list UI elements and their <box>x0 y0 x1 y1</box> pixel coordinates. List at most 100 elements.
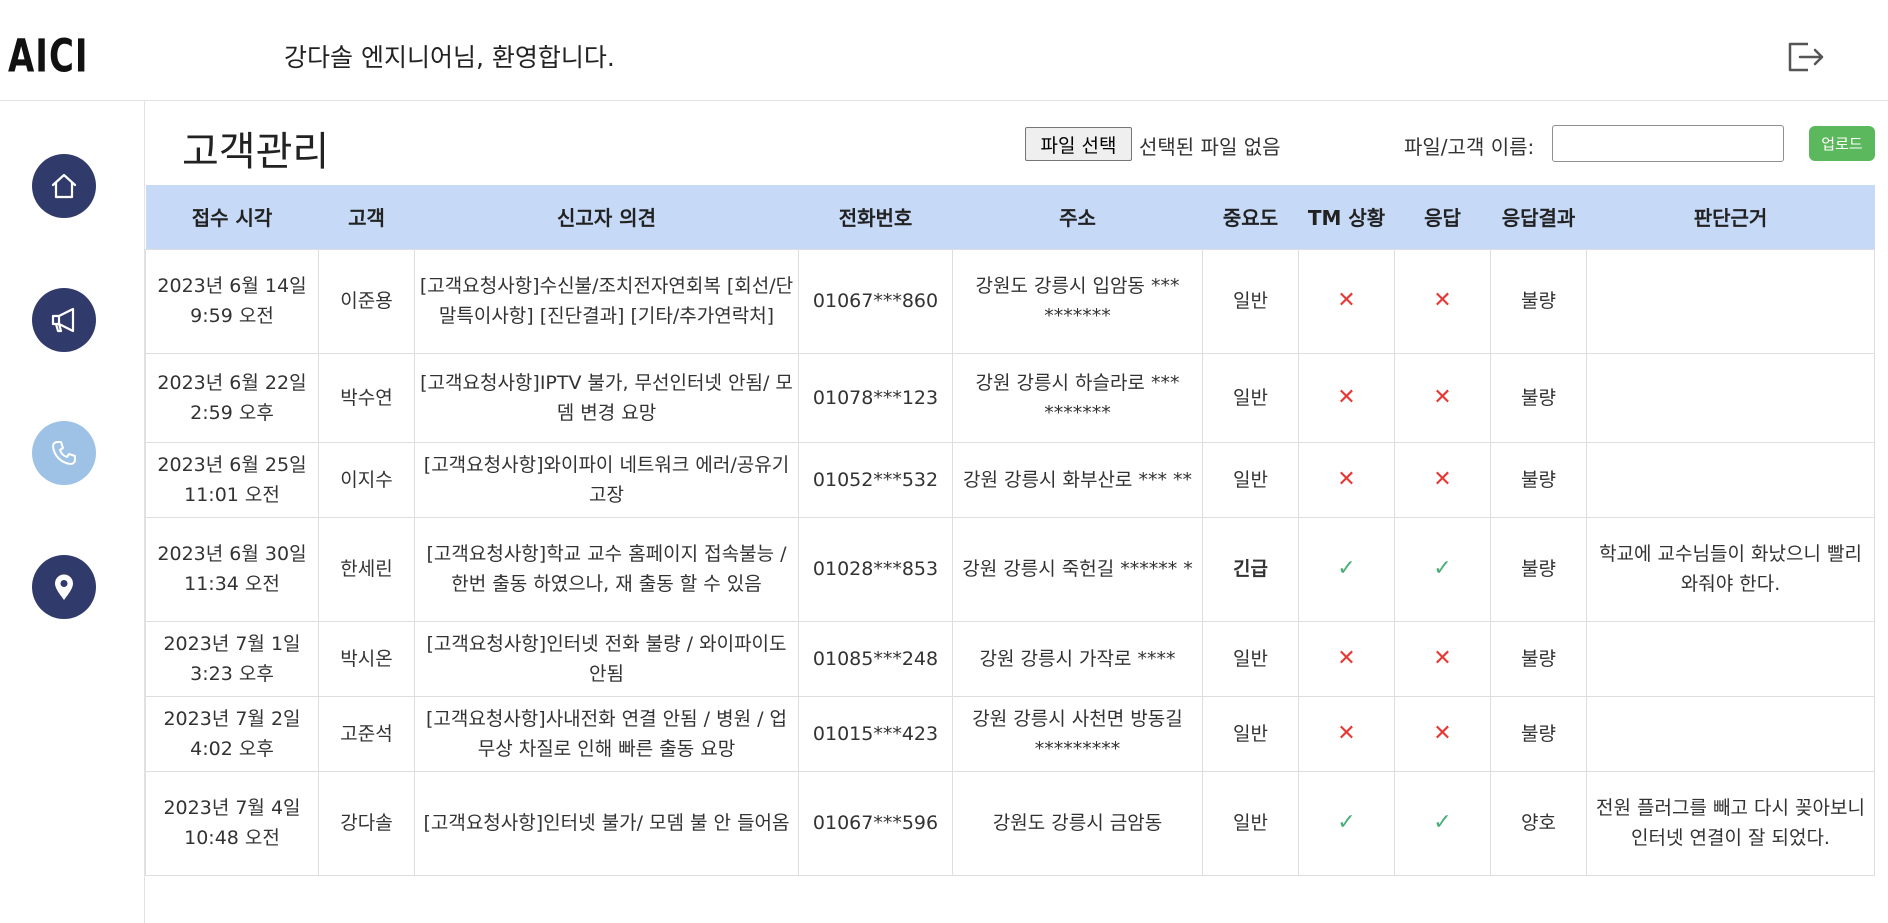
table-row[interactable]: 2023년 7월 4일 10:48 오전 강다솔 [고객요청사항]인터넷 불가/ 모… <box>145 770 1875 876</box>
time-cell: 2023년 7월 2일 4:02 오후 <box>145 695 319 772</box>
opinion-cell: [고객요청사항]학교 교수 홈페이지 접속불능 / 한번 출동 하였으나, 재 … <box>414 516 799 622</box>
response-cell: ✕ <box>1394 441 1491 518</box>
address-cell: 강원도 강릉시 입암동 *** ******* <box>952 248 1203 354</box>
customer-name-input[interactable] <box>1552 125 1784 162</box>
map-pin-icon <box>55 574 73 600</box>
priority-cell: 일반 <box>1202 441 1299 518</box>
priority-cell: 일반 <box>1202 695 1299 772</box>
opinion-cell: [고객요청사항]IPTV 불가, 무선인터넷 안됨/ 모뎀 변경 요망 <box>414 352 799 443</box>
priority-cell: 긴급 <box>1202 516 1299 622</box>
x-icon: ✕ <box>1337 720 1356 746</box>
priority-cell: 일반 <box>1202 620 1299 697</box>
phone-cell: 01028***853 <box>798 516 953 622</box>
logout-icon <box>1788 42 1824 72</box>
address-cell: 강원 강릉시 죽헌길 ****** * <box>952 516 1203 622</box>
phone-cell: 01085***248 <box>798 620 953 697</box>
file-select-button[interactable]: 파일 선택 <box>1025 127 1132 161</box>
check-icon: ✓ <box>1337 810 1356 835</box>
sidebar-item-notice[interactable] <box>32 288 96 352</box>
time-cell: 2023년 7월 4일 10:48 오전 <box>145 770 319 876</box>
sidebar-item-home[interactable] <box>32 154 96 218</box>
opinion-cell: [고객요청사항]와이파이 네트워크 에러/공유기 고장 <box>414 441 799 518</box>
table-row[interactable]: 2023년 6월 30일 11:34 오전 한세린 [고객요청사항]학교 교수 홈페… <box>145 516 1875 622</box>
response-cell: ✓ <box>1394 770 1491 876</box>
time-cell: 2023년 7월 1일 3:23 오후 <box>145 620 319 697</box>
customer-table: 접수 시각 고객 신고자 의견 전화번호 주소 중요도 TM 상황 응답 응답결… <box>145 185 1875 876</box>
table-row[interactable]: 2023년 6월 14일 9:59 오전 이준용 [고객요청사항]수신불/조치전자연… <box>145 248 1875 354</box>
aici-logo[interactable]: AICI <box>8 34 123 74</box>
column-header[interactable]: 주소 <box>952 185 1203 249</box>
opinion-cell: [고객요청사항]수신불/조치전자연회복 [회선/단말특이사항] [진단결과] [… <box>414 248 799 354</box>
time-cell: 2023년 6월 25일 11:01 오전 <box>145 441 319 518</box>
column-header[interactable]: 응답 <box>1394 185 1491 249</box>
response-cell: ✕ <box>1394 248 1491 354</box>
column-header[interactable]: TM 상황 <box>1298 185 1395 249</box>
tm-status-cell: ✕ <box>1298 441 1395 518</box>
time-cell: 2023년 6월 14일 9:59 오전 <box>145 248 319 354</box>
table-row[interactable]: 2023년 6월 22일 2:59 오후 박수연 [고객요청사항]IPTV 불가, … <box>145 352 1875 443</box>
x-icon: ✕ <box>1433 466 1452 492</box>
column-header[interactable]: 고객 <box>318 185 415 249</box>
phone-cell: 01052***532 <box>798 441 953 518</box>
customer-cell: 한세린 <box>318 516 415 622</box>
check-icon: ✓ <box>1433 810 1452 835</box>
table-row[interactable]: 2023년 7월 2일 4:02 오후 고준석 [고객요청사항]사내전화 연결 안됨… <box>145 695 1875 772</box>
time-cell: 2023년 6월 22일 2:59 오후 <box>145 352 319 443</box>
reason-cell: 학교에 교수님들이 화났으니 빨리 와줘야 한다. <box>1586 516 1875 622</box>
x-icon: ✕ <box>1433 288 1452 313</box>
address-cell: 강원 강릉시 사천면 방동길 ********* <box>952 695 1203 772</box>
customer-cell: 박수연 <box>318 352 415 443</box>
customer-cell: 강다솔 <box>318 770 415 876</box>
column-header[interactable]: 접수 시각 <box>145 185 319 249</box>
address-cell: 강원도 강릉시 금암동 <box>952 770 1203 876</box>
phone-icon <box>52 441 76 465</box>
priority-cell: 일반 <box>1202 248 1299 354</box>
check-icon: ✓ <box>1337 556 1356 581</box>
customer-cell: 박시온 <box>318 620 415 697</box>
table-header-row: 접수 시각 고객 신고자 의견 전화번호 주소 중요도 TM 상황 응답 응답결… <box>145 185 1875 249</box>
tm-status-cell: ✓ <box>1298 516 1395 622</box>
opinion-cell: [고객요청사항]인터넷 전화 불량 / 와이파이도 안됨 <box>414 620 799 697</box>
name-input-label: 파일/고객 이름: <box>1404 135 1535 159</box>
response-cell: ✕ <box>1394 695 1491 772</box>
opinion-cell: [고객요청사항]인터넷 불가/ 모뎀 불 안 들어옴 <box>414 770 799 876</box>
reason-cell <box>1586 441 1875 518</box>
result-cell: 불량 <box>1490 248 1587 354</box>
home-icon <box>51 173 77 199</box>
x-icon: ✕ <box>1433 720 1452 746</box>
priority-cell: 일반 <box>1202 770 1299 876</box>
priority-cell: 일반 <box>1202 352 1299 443</box>
response-cell: ✕ <box>1394 620 1491 697</box>
address-cell: 강원 강릉시 가작로 **** <box>952 620 1203 697</box>
x-icon: ✕ <box>1337 384 1356 410</box>
opinion-cell: [고객요청사항]사내전화 연결 안됨 / 병원 / 업무상 차질로 인해 빠른 … <box>414 695 799 772</box>
logout-button[interactable] <box>1786 40 1826 74</box>
x-icon: ✕ <box>1337 645 1356 671</box>
x-icon: ✕ <box>1337 466 1356 492</box>
result-cell: 불량 <box>1490 695 1587 772</box>
table-row[interactable]: 2023년 6월 25일 11:01 오전 이지수 [고객요청사항]와이파이 네트워… <box>145 441 1875 518</box>
result-cell: 양호 <box>1490 770 1587 876</box>
column-header[interactable]: 응답결과 <box>1490 185 1587 249</box>
customer-cell: 이준용 <box>318 248 415 354</box>
sidebar-item-location[interactable] <box>32 555 96 619</box>
reason-cell <box>1586 695 1875 772</box>
sidebar-item-customer[interactable] <box>32 421 96 485</box>
top-header: AICI 강다솔 엔지니어님, 환영합니다. <box>0 0 1888 101</box>
megaphone-icon <box>51 307 75 333</box>
reason-cell <box>1586 352 1875 443</box>
sidebar <box>0 101 145 923</box>
column-header[interactable]: 판단근거 <box>1586 185 1875 249</box>
svg-text:AICI: AICI <box>8 34 89 74</box>
check-icon: ✓ <box>1433 556 1452 581</box>
phone-cell: 01067***596 <box>798 770 953 876</box>
column-header[interactable]: 전화번호 <box>798 185 953 249</box>
customer-cell: 이지수 <box>318 441 415 518</box>
address-cell: 강원 강릉시 하슬라로 *** ******* <box>952 352 1203 443</box>
column-header[interactable]: 신고자 의견 <box>414 185 799 249</box>
reason-cell <box>1586 620 1875 697</box>
tm-status-cell: ✓ <box>1298 770 1395 876</box>
table-row[interactable]: 2023년 7월 1일 3:23 오후 박시온 [고객요청사항]인터넷 전화 불량 … <box>145 620 1875 697</box>
column-header[interactable]: 중요도 <box>1202 185 1299 249</box>
upload-button[interactable]: 업로드 <box>1809 126 1875 161</box>
